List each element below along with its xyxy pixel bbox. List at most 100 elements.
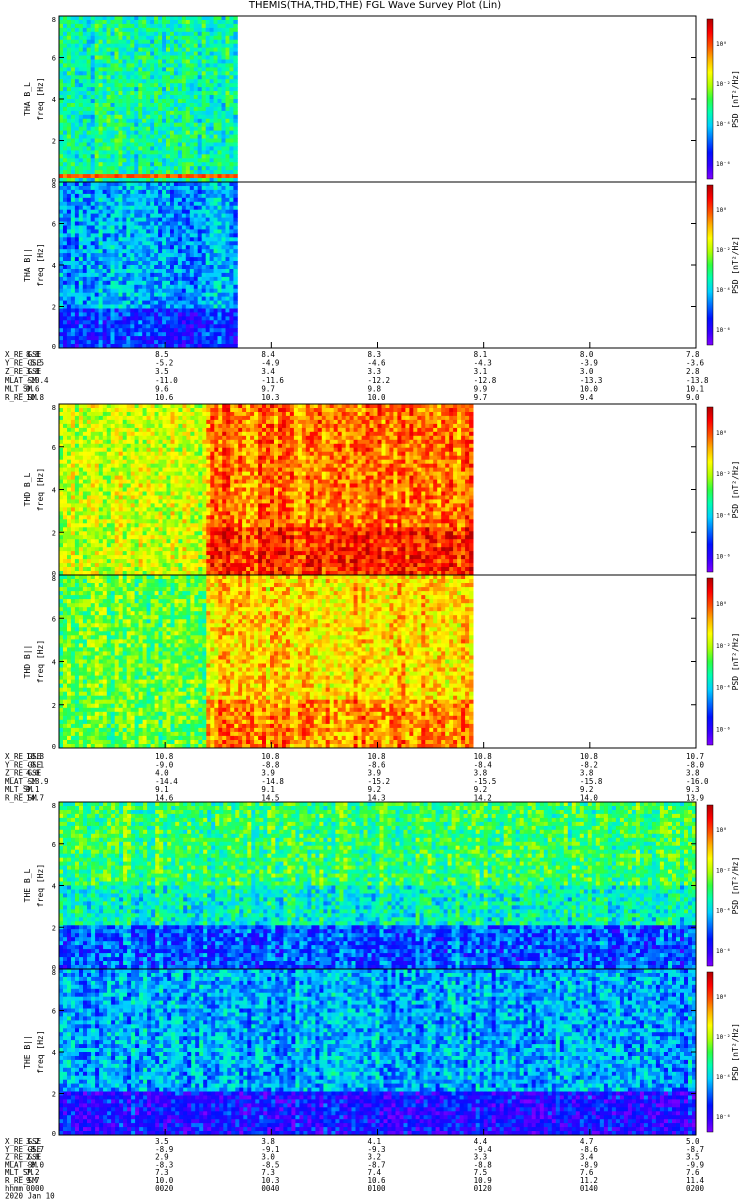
y-tick-label: 2 <box>52 304 56 312</box>
y-tick-label: 6 <box>52 221 56 229</box>
colorbar-tick-label: 10⁻⁴ <box>716 287 730 294</box>
colorbar-tick-label: 10⁰ <box>716 827 727 834</box>
colorbar-label: PSD [nT²/Hz] <box>731 461 740 519</box>
colorbar-tick-label: 10⁻⁶ <box>716 726 730 733</box>
spectrogram-panel-thd-b-l: 02468THD B_L freq [Hz]10⁰10⁻²10⁻⁴10⁻⁶PSD … <box>23 403 740 578</box>
y-tick-label: 0 <box>52 1130 56 1138</box>
y-tick-label: 6 <box>52 615 56 623</box>
ephemeris-value: 14.6 <box>155 794 174 803</box>
ephemeris-value: 10.3 <box>261 393 279 402</box>
y-tick-label: 8 <box>52 969 56 977</box>
colorbar-tick-label: 10⁻⁶ <box>716 1114 730 1121</box>
y-tick-label: 8 <box>52 404 56 412</box>
colorbar-tick-label: 10⁻⁴ <box>716 1074 730 1081</box>
y-tick-label: 8 <box>52 182 56 190</box>
ephemeris-value: 0120 <box>474 1184 493 1193</box>
colorbar-tick-label: 10⁻² <box>716 471 730 478</box>
colorbar-tick-label: 10⁻⁶ <box>716 327 730 334</box>
panel-ylabel: THD B|| <box>23 645 32 679</box>
y-tick-label: 8 <box>52 16 56 24</box>
panel-yunit: freq [Hz] <box>36 77 45 120</box>
y-tick-label: 2 <box>52 138 56 146</box>
y-tick-label: 2 <box>52 924 56 932</box>
colorbar-tick-label: 10⁻⁶ <box>716 554 730 561</box>
colorbar <box>706 184 714 346</box>
ephemeris-value: 0100 <box>368 1184 387 1193</box>
colorbar-label: PSD [nT²/Hz] <box>731 236 740 294</box>
y-tick-label: 4 <box>52 487 56 495</box>
ephemeris-value: 0040 <box>261 1184 280 1193</box>
ephemeris-value: 10.6 <box>155 393 174 402</box>
ephemeris-value: 0200 <box>686 1184 705 1193</box>
y-tick-label: 6 <box>52 1008 56 1016</box>
colorbar-tick-label: 10⁻⁴ <box>716 512 730 519</box>
y-tick-label: 6 <box>52 444 56 452</box>
colorbar-tick-label: 10⁻⁴ <box>716 121 730 128</box>
colorbar-tick-label: 10⁻² <box>716 867 730 874</box>
ephemeris-value: 0140 <box>580 1184 599 1193</box>
spectrogram-panel-the-b-: 0 2 4 6 8 THE B|| freq [Hz] 10⁰ 10⁻² 10⁻⁴ 10⁻⁶ PSD … <box>23 968 740 1138</box>
y-tick-label: 8 <box>52 575 56 583</box>
colorbar <box>706 971 714 1133</box>
panel-yunit: freq [Hz] <box>36 864 45 907</box>
ephemeris-value: 10.0 <box>368 393 387 402</box>
panel-yunit: freq [Hz] <box>36 468 45 511</box>
panel-yunit: freq [Hz] <box>36 1030 45 1073</box>
y-tick-label: 2 <box>52 702 56 710</box>
colorbar-tick-label: 10⁻² <box>716 643 730 650</box>
colorbar-tick-label: 10⁻⁴ <box>716 908 730 915</box>
y-tick-label: 6 <box>52 55 56 63</box>
y-tick-label: 4 <box>52 883 56 891</box>
colorbar <box>706 577 714 746</box>
colorbar-label: PSD [nT²/Hz] <box>731 857 740 915</box>
spectrogram-panel-thd-b-: 0 2 4 6 8 THD B|| freq [Hz] 10⁰ 10⁻² 10⁻⁴ 10⁻⁶ PSD … <box>23 574 740 751</box>
panel-ylabel: THD B_L <box>23 472 32 506</box>
colorbar-tick-label: 10⁻⁶ <box>716 161 730 168</box>
colorbar-tick-label: 10⁻² <box>716 81 730 88</box>
spectrogram-cells <box>59 969 697 1136</box>
spectrogram-panel-tha-b-: 0 2 4 6 8 THA B|| freq [Hz] 10⁰ 10⁻² 10⁻⁴ 10⁻⁶ PSD … <box>23 181 740 351</box>
panel-ylabel: THA B_L <box>23 82 32 116</box>
spectrogram-cells <box>59 802 697 970</box>
y-tick-label: 0 <box>52 343 56 351</box>
y-tick-label: 0 <box>52 743 56 751</box>
ephemeris-value: 14.0 <box>580 794 599 803</box>
ephemeris-value: 10.8 <box>26 393 45 402</box>
ephemeris-value: 14.7 <box>26 794 44 803</box>
ephemeris-value: 9.4 <box>580 393 594 402</box>
colorbar-tick-label: 10⁻⁴ <box>716 685 730 692</box>
y-tick-label: 6 <box>52 841 56 849</box>
date-label: 2020 Jan 10 <box>5 1192 55 1200</box>
colorbar-tick-label: 10⁰ <box>716 41 727 48</box>
y-tick-label: 8 <box>52 802 56 810</box>
spectrogram-cells <box>59 404 474 576</box>
colorbar-tick-label: 10⁻² <box>716 1034 730 1041</box>
colorbar-tick-label: 10⁰ <box>716 994 727 1001</box>
colorbar-label: PSD [nT²/Hz] <box>731 633 740 691</box>
colorbar-tick-label: 10⁻² <box>716 247 730 254</box>
spectrogram-cells <box>59 575 474 749</box>
ephemeris-value: 14.3 <box>368 794 386 803</box>
colorbar <box>706 804 714 967</box>
ephemeris-value: 14.5 <box>261 794 279 803</box>
panel-ylabel: THE B|| <box>23 1035 32 1069</box>
spectrogram-cells <box>59 16 238 183</box>
colorbar-tick-label: 10⁰ <box>716 430 727 437</box>
spectrogram-panel-tha-b-l: 02468THA B_L freq [Hz]10⁰10⁻²10⁻⁴10⁻⁶PSD … <box>23 15 740 185</box>
spectrogram-cells <box>59 182 238 349</box>
colorbar-label: PSD [nT²/Hz] <box>731 1023 740 1081</box>
y-tick-label: 4 <box>52 659 56 667</box>
y-tick-label: 4 <box>52 262 56 270</box>
colorbar-label: PSD [nT²/Hz] <box>731 70 740 128</box>
panel-ylabel: THE B_L <box>23 868 32 902</box>
ephemeris-value: 9.7 <box>474 393 488 402</box>
ephemeris-value: 9.0 <box>686 393 700 402</box>
y-tick-label: 4 <box>52 96 56 104</box>
colorbar <box>706 406 714 573</box>
ephemeris-value: 0020 <box>155 1184 174 1193</box>
colorbar-tick-label: 10⁰ <box>716 207 727 214</box>
y-tick-label: 4 <box>52 1049 56 1057</box>
wave-survey-plot: 02468THA B_L freq [Hz]10⁰10⁻²10⁻⁴10⁻⁶PSD … <box>5 15 740 1200</box>
y-tick-label: 2 <box>52 1091 56 1099</box>
y-tick-label: 2 <box>52 529 56 537</box>
